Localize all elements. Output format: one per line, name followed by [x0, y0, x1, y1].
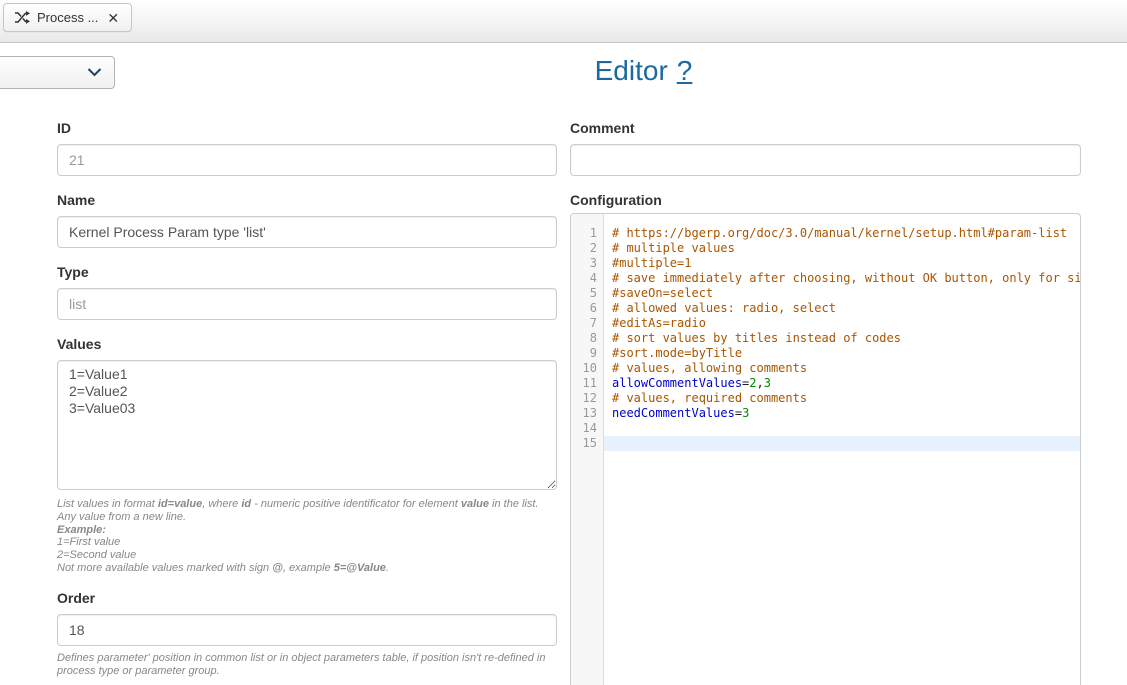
code-line[interactable]: allowCommentValues=2,3: [604, 376, 1080, 391]
code-line[interactable]: # https://bgerp.org/doc/3.0/manual/kerne…: [604, 226, 1080, 241]
code-line[interactable]: # allowed values: radio, select: [604, 301, 1080, 316]
type-field[interactable]: [57, 288, 557, 320]
line-number: 1: [571, 226, 597, 241]
code-line[interactable]: #saveOn=select: [604, 286, 1080, 301]
comment-label: Comment: [570, 121, 1081, 136]
configuration-label: Configuration: [570, 193, 1081, 208]
tab-bar: Process ... ✕: [0, 0, 1127, 43]
line-number: 13: [571, 406, 597, 421]
line-number: 15: [571, 436, 597, 451]
code-line[interactable]: # values, required comments: [604, 391, 1080, 406]
code-line[interactable]: #editAs=radio: [604, 316, 1080, 331]
values-help-line: Example:: [57, 524, 557, 537]
code-line[interactable]: # save immediately after choosing, witho…: [604, 271, 1080, 286]
line-number: 11: [571, 376, 597, 391]
values-help-text: List values in format id=value, where id…: [57, 498, 557, 575]
code-line[interactable]: [604, 436, 1080, 451]
close-icon[interactable]: ✕: [105, 10, 121, 26]
order-help-text: Defines parameter' position in common li…: [57, 652, 557, 678]
line-number: 3: [571, 256, 597, 271]
tab-label: Process ...: [37, 10, 98, 25]
values-help-line: 1=First value: [57, 536, 557, 549]
values-field[interactable]: 1=Value1 2=Value2 3=Value03: [57, 360, 557, 490]
shuffle-icon: [14, 10, 30, 25]
line-number: 14: [571, 421, 597, 436]
code-line[interactable]: # multiple values: [604, 241, 1080, 256]
code-content[interactable]: # https://bgerp.org/doc/3.0/manual/kerne…: [604, 214, 1080, 685]
name-label: Name: [57, 193, 557, 208]
configuration-editor[interactable]: 123456789101112131415 # https://bgerp.or…: [570, 213, 1081, 685]
form-left-column: ID Name Type Values 1=Value1 2=Value2 3=…: [57, 121, 557, 677]
line-number: 10: [571, 361, 597, 376]
line-number: 9: [571, 346, 597, 361]
line-number: 6: [571, 301, 597, 316]
line-numbers: 123456789101112131415: [571, 214, 604, 685]
line-number: 8: [571, 331, 597, 346]
type-label: Type: [57, 265, 557, 280]
values-help-line: List values in format id=value, where id…: [57, 498, 557, 524]
code-line[interactable]: #sort.mode=byTitle: [604, 346, 1080, 361]
chevron-down-icon: [87, 68, 102, 77]
code-line[interactable]: [604, 421, 1080, 436]
id-label: ID: [57, 121, 557, 136]
order-field[interactable]: [57, 614, 557, 646]
order-label: Order: [57, 591, 557, 606]
values-help-line: 2=Second value: [57, 549, 557, 562]
line-number: 12: [571, 391, 597, 406]
help-link[interactable]: ?: [677, 55, 693, 86]
line-number: 4: [571, 271, 597, 286]
code-line[interactable]: # sort values by titles instead of codes: [604, 331, 1080, 346]
code-line[interactable]: # values, allowing comments: [604, 361, 1080, 376]
line-number: 2: [571, 241, 597, 256]
page-title-text: Editor: [595, 55, 668, 86]
tab-process[interactable]: Process ... ✕: [3, 3, 132, 32]
page-title: Editor?: [160, 55, 1127, 87]
line-number: 5: [571, 286, 597, 301]
comment-field[interactable]: [570, 144, 1081, 176]
code-line[interactable]: needCommentValues=3: [604, 406, 1080, 421]
line-number: 7: [571, 316, 597, 331]
editor-page: Process ... ✕ Editor? ID Name Type Value…: [0, 0, 1127, 685]
param-type-select[interactable]: [0, 56, 115, 89]
name-field[interactable]: [57, 216, 557, 248]
id-field[interactable]: [57, 144, 557, 176]
values-label: Values: [57, 337, 557, 352]
code-line[interactable]: #multiple=1: [604, 256, 1080, 271]
form-right-column: Comment Configuration 123456789101112131…: [570, 121, 1081, 685]
values-help-line: Not more available values marked with si…: [57, 562, 557, 575]
